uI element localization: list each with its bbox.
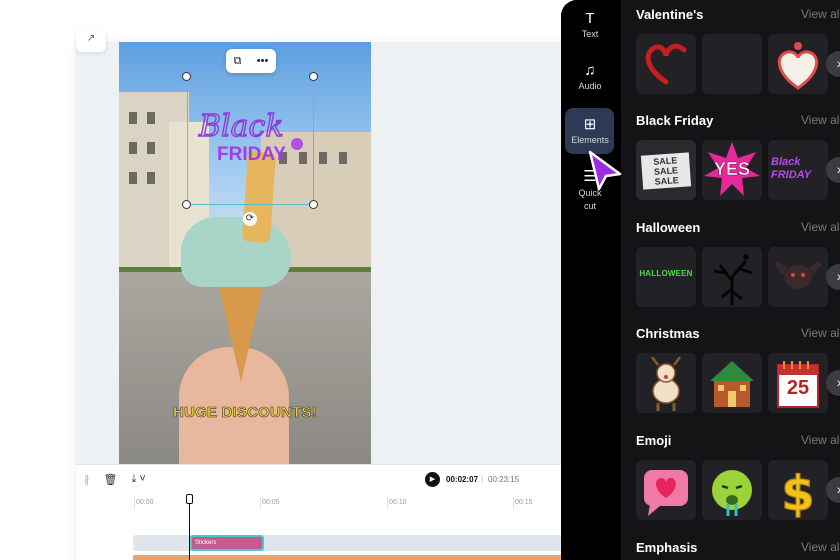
heart-outline-icon (645, 43, 687, 85)
rail-item-audio[interactable]: ♫ Audio (565, 62, 615, 91)
section-title-emoji: Emoji (636, 433, 672, 448)
sick-emoji-icon (712, 470, 752, 516)
elements-icon: ⊞ (583, 116, 597, 133)
total-time: 00:23:15 (488, 475, 520, 484)
heart-speech-bubble-icon (644, 470, 688, 516)
section-title-valentines: Valentine's (636, 7, 704, 22)
music-icon: ♫ (584, 62, 596, 79)
selection-box[interactable] (187, 77, 314, 205)
window (129, 142, 137, 154)
resize-handle[interactable] (182, 72, 191, 81)
rotate-icon[interactable]: ⟳ (243, 212, 257, 226)
tick-line (134, 497, 135, 509)
audio-track[interactable] (133, 555, 596, 560)
dead-tree-icon (713, 254, 753, 305)
tick-label: 00:10 (389, 499, 407, 506)
current-time: 00:02:07 (446, 475, 479, 484)
section-title-halloween: Halloween (636, 220, 701, 235)
window (129, 172, 137, 184)
text-icon: T (585, 10, 595, 27)
view-all-link[interactable]: View all (801, 326, 840, 340)
window (129, 112, 137, 124)
bat-icon (774, 261, 822, 289)
tick-label: 00:00 (136, 499, 154, 506)
reindeer-icon (651, 356, 681, 411)
sticker-tile[interactable]: HALLOWEEN (636, 247, 696, 307)
sticker-tile[interactable] (702, 34, 762, 94)
split-icon[interactable]: ∦ (84, 473, 90, 486)
section-title-black-friday: Black Friday (636, 113, 714, 128)
playhead-handle[interactable] (186, 494, 193, 504)
timeline-tools: ∦ 🗑 ⤓ ˅ (84, 473, 146, 486)
playhead[interactable] (189, 495, 190, 560)
svg-text:$: $ (781, 466, 814, 520)
sticker-tile[interactable] (702, 460, 762, 520)
heart-cake-icon (778, 42, 818, 90)
window (319, 152, 327, 164)
dollar-sign-icon: $ (781, 465, 816, 520)
sticker-tile[interactable] (636, 34, 696, 94)
time-separator: | (481, 474, 484, 483)
view-all-link[interactable]: View all (801, 540, 840, 554)
sticker-tile[interactable] (768, 247, 828, 307)
sticker-tile[interactable]: Black FRIDAY (768, 140, 828, 200)
resize-handle[interactable] (309, 200, 318, 209)
floating-toolbar: ⧉ ••• (226, 49, 276, 73)
sticker-tile[interactable] (768, 34, 828, 94)
resize-handle[interactable] (309, 72, 318, 81)
rail-item-text[interactable]: T Text (565, 10, 615, 39)
ice-cream-scoop (181, 217, 291, 287)
view-all-link[interactable]: View all (801, 433, 840, 447)
window (147, 172, 155, 184)
corner-tab[interactable]: ↗ (76, 30, 106, 52)
duplicate-icon[interactable]: ⧉ (234, 55, 242, 68)
sale-sticker: SALE SALE SALE (640, 152, 692, 190)
window (339, 152, 347, 164)
tick-line (260, 497, 261, 509)
section-title-emphasis: Emphasis (636, 540, 698, 555)
caption-text[interactable]: HUGE DISCOUNTS! (173, 404, 317, 422)
sticker-tile[interactable] (636, 353, 696, 413)
tick-label: 00:05 (262, 499, 280, 506)
sticker-tile[interactable]: YES (702, 140, 762, 200)
tick-line (387, 497, 388, 509)
sticker-clip[interactable]: Stickers (190, 535, 264, 551)
sticker-tile[interactable] (702, 353, 762, 413)
resize-handle[interactable] (182, 200, 191, 209)
sticker-tile[interactable]: $ (768, 460, 828, 520)
tick-label: 00:15 (515, 499, 533, 506)
view-all-link[interactable]: View all (801, 113, 840, 127)
sticker-tile[interactable] (636, 460, 696, 520)
view-all-link[interactable]: View all (801, 220, 840, 234)
play-button[interactable]: ▶ (425, 472, 440, 487)
section-title-christmas: Christmas (636, 326, 700, 341)
download-icon[interactable]: ⤓ ˅ (131, 473, 145, 486)
sticker-tile[interactable]: SALE SALE SALE (636, 140, 696, 200)
sticker-tile[interactable]: 25 (768, 353, 828, 413)
sticker-tile[interactable] (702, 247, 762, 307)
window (147, 142, 155, 154)
window (147, 112, 155, 124)
more-icon[interactable]: ••• (257, 55, 269, 67)
tick-line (513, 497, 514, 509)
gingerbread-house-icon (710, 361, 754, 407)
rail-item-elements[interactable]: ⊞ Elements (565, 115, 615, 145)
timeline: ∦ 🗑 ⤓ ˅ ▶ 00:02:07 | 00:23:15 00:00 00:0… (76, 464, 596, 560)
mouse-cursor-icon (588, 150, 622, 191)
delete-icon[interactable]: 🗑 (104, 473, 118, 486)
view-all-link[interactable]: View all (801, 7, 840, 21)
